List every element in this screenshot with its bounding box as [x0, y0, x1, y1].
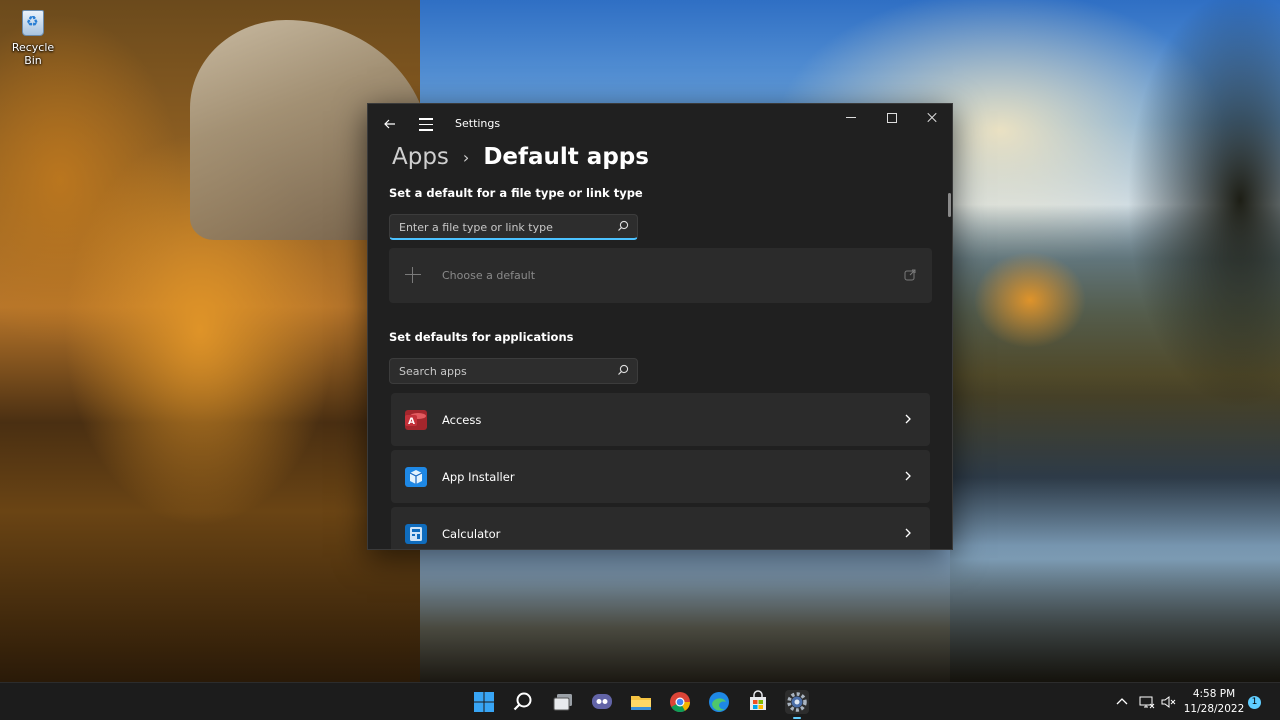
breadcrumb-apps-link[interactable]: Apps: [392, 144, 449, 170]
chrome-button[interactable]: [668, 690, 692, 714]
open-external-icon: [904, 269, 916, 281]
minimize-button[interactable]: [831, 104, 871, 132]
chevron-right-icon: [905, 414, 911, 424]
chevron-right-icon: [905, 528, 911, 538]
app-row-app-installer[interactable]: App Installer: [391, 450, 930, 503]
hamburger-line: [419, 129, 433, 131]
taskbar-clock[interactable]: 4:58 PM 11/28/2022: [1182, 687, 1246, 717]
app-row-access[interactable]: A Access: [391, 393, 930, 446]
breadcrumb: Apps › Default apps: [392, 141, 649, 173]
maximize-button[interactable]: [871, 104, 911, 132]
start-button[interactable]: [472, 690, 496, 714]
access-glyph: A: [405, 413, 426, 427]
back-arrow-icon: [384, 119, 395, 129]
close-button[interactable]: [911, 104, 951, 132]
file-type-search-box: [389, 214, 638, 240]
search-icon: [513, 692, 532, 711]
desktop-icon-recycle-bin[interactable]: Recycle Bin: [4, 6, 62, 67]
apps-search-input[interactable]: [390, 359, 610, 383]
chevron-right-icon: ›: [462, 147, 470, 167]
app-installer-icon: [405, 467, 427, 487]
settings-icon: [787, 692, 807, 712]
volume-muted-icon[interactable]: [1160, 694, 1176, 710]
task-view-button[interactable]: [551, 690, 575, 714]
clock-time: 4:58 PM: [1192, 688, 1236, 700]
store-icon: [750, 690, 766, 710]
file-explorer-button[interactable]: [629, 690, 653, 714]
taskbar: 4:58 PM 11/28/2022 1: [0, 682, 1280, 720]
back-button[interactable]: [380, 114, 400, 134]
file-type-section-title: Set a default for a file type or link ty…: [389, 186, 643, 200]
apps-search-box: [389, 358, 638, 384]
clock-date: 11/28/2022: [1183, 703, 1245, 715]
settings-window: Settings Apps › Default apps Set a defau…: [367, 103, 953, 550]
plus-icon: [403, 265, 423, 285]
chevron-right-icon: [905, 471, 911, 481]
scrollbar-thumb[interactable]: [948, 193, 951, 217]
recycle-bin-icon: [18, 6, 48, 38]
title-bar: Settings: [368, 104, 952, 144]
page-title: Default apps: [483, 144, 649, 170]
search-icon[interactable]: [617, 220, 629, 232]
chat-icon: [592, 694, 612, 709]
access-icon: A: [405, 410, 427, 430]
app-installer-glyph: [409, 470, 423, 484]
store-button[interactable]: [746, 690, 770, 714]
window-title: Settings: [455, 117, 501, 130]
hamburger-icon: [419, 118, 433, 120]
file-explorer-icon: [631, 696, 651, 710]
navigation-menu-button[interactable]: [416, 114, 436, 134]
chat-button[interactable]: [590, 690, 614, 714]
svg-text:A: A: [408, 417, 415, 427]
app-row-calculator[interactable]: Calculator: [391, 507, 930, 549]
calculator-icon: [405, 524, 427, 544]
app-label: Access: [442, 413, 482, 427]
choose-default-label: Choose a default: [442, 269, 536, 282]
file-type-search-input[interactable]: [390, 215, 610, 239]
wallpaper-trees: [950, 0, 1280, 682]
edge-icon: [709, 692, 729, 712]
edge-button[interactable]: [707, 690, 731, 714]
apps-section-title: Set defaults for applications: [389, 330, 574, 344]
app-label: App Installer: [442, 470, 515, 484]
desktop-icon-label: Recycle Bin: [11, 41, 55, 67]
app-label: Calculator: [442, 527, 501, 541]
task-view-icon: [553, 694, 572, 711]
choose-default-card[interactable]: Choose a default: [389, 248, 932, 303]
network-icon[interactable]: [1139, 694, 1155, 710]
notification-badge[interactable]: 1: [1248, 696, 1261, 709]
chevron-up-icon[interactable]: [1115, 695, 1129, 709]
calculator-glyph: [410, 527, 422, 541]
chrome-icon: [670, 692, 691, 713]
taskbar-search-button[interactable]: [511, 690, 535, 714]
search-icon[interactable]: [617, 364, 629, 376]
hamburger-line: [419, 123, 433, 125]
settings-taskbar-button[interactable]: [785, 690, 809, 719]
start-icon: [474, 692, 494, 712]
